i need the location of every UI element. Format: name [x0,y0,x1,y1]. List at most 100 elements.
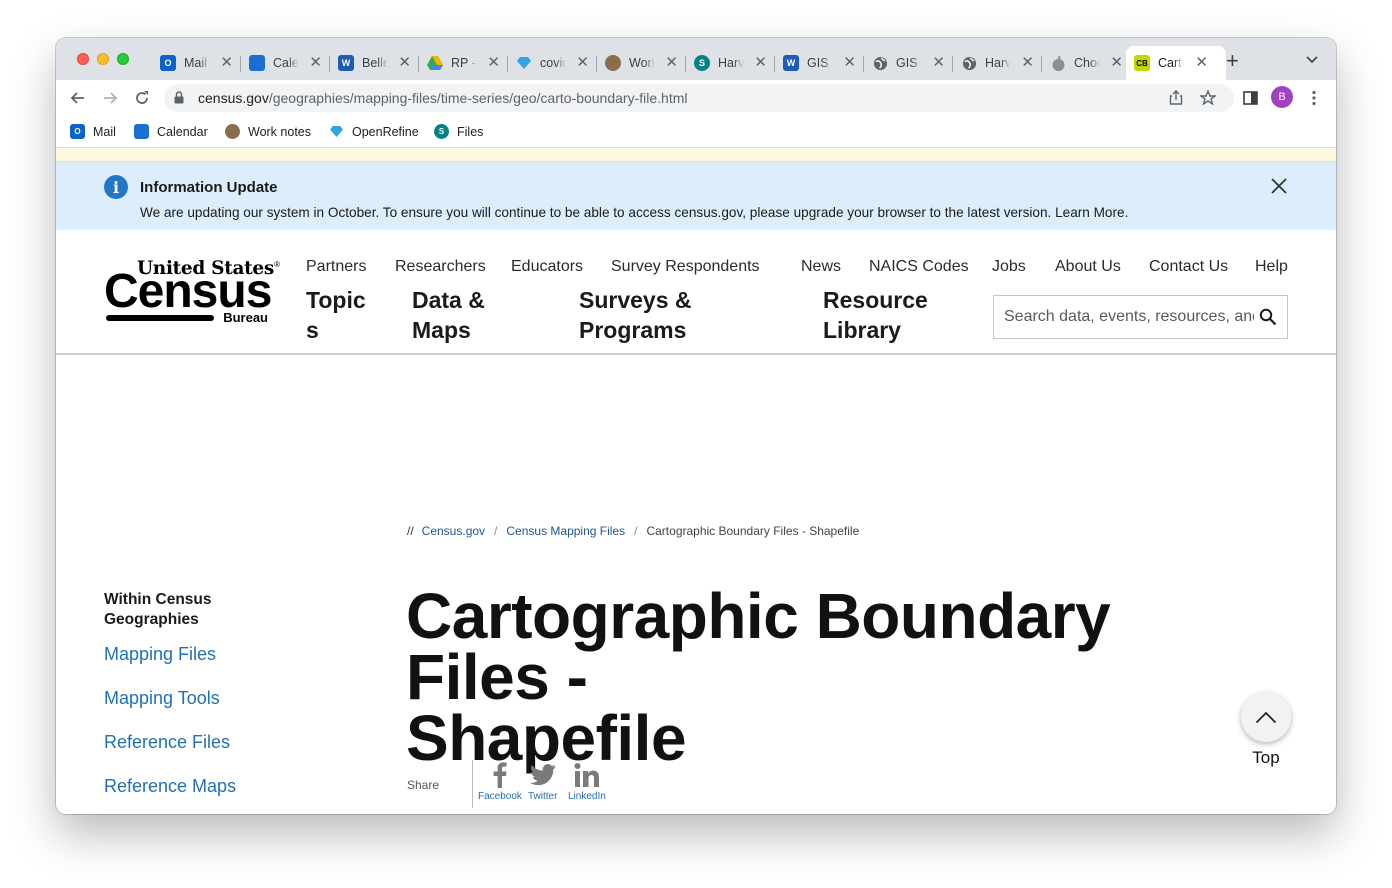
share-label: Share [407,778,440,792]
reload-icon[interactable] [130,86,154,110]
nav-link-help[interactable]: Help [1255,258,1288,276]
nav-link-survey-respondents[interactable]: Survey Respondents [611,258,760,276]
browser-tab[interactable]: W GIS Word ✕ [775,46,864,80]
tab-title: GIS Word [807,56,833,70]
close-tab-icon[interactable]: ✕ [1110,55,1123,71]
bookmark-item[interactable]: Calendar [134,124,208,139]
bookmark-item[interactable]: Work notes [225,124,311,139]
logo-registered-mark: ® [274,260,280,269]
browser-tab[interactable]: Work notes ✕ [597,46,686,80]
forward-arrow-icon[interactable] [98,86,122,110]
search-icon[interactable] [1259,308,1277,326]
lock-icon[interactable] [174,91,184,104]
close-tab-icon[interactable]: ✕ [220,55,233,71]
main-nav-line: s [306,317,319,343]
share-page-icon[interactable] [1169,90,1183,109]
browser-tab[interactable]: Harvard ✕ [953,46,1042,80]
tab-search-chevron-icon[interactable] [1306,53,1318,67]
main-nav-surveys-programs[interactable]: Surveys & Programs [579,285,692,345]
search-input[interactable] [994,296,1254,338]
nav-link-jobs[interactable]: Jobs [992,258,1026,276]
close-tab-icon[interactable]: ✕ [398,55,411,71]
owl-icon [225,124,240,139]
browser-tab[interactable]: S Harvard ✕ [686,46,775,80]
tab-title: GIS [896,56,918,70]
share-facebook-button[interactable]: Facebook [478,760,522,802]
twitter-icon [529,760,556,790]
breadcrumb-link[interactable]: Census.gov [422,524,485,538]
nav-link-naics-codes[interactable]: NAICS Codes [869,258,969,276]
logo-line3: Bureau [223,310,268,325]
browser-tab[interactable]: GIS ✕ [864,46,953,80]
address-bar[interactable]: census.gov/geographies/mapping-files/tim… [164,84,1234,112]
close-tab-icon[interactable]: ✕ [487,55,500,71]
back-arrow-icon[interactable] [66,86,90,110]
close-tab-icon[interactable]: ✕ [1021,55,1034,71]
tab-title: Belleville [362,56,388,70]
share-item-label: Twitter [528,791,558,802]
browser-tab[interactable]: RP - Drive ✕ [419,46,508,80]
more-menu-icon[interactable] [1302,86,1326,110]
tab-title: Mail [184,56,207,70]
back-to-top-label[interactable]: Top [1236,748,1296,768]
browser-tab[interactable]: O Mail ✕ [152,46,241,80]
profile-avatar[interactable]: B [1271,86,1293,108]
close-tab-icon[interactable]: ✕ [665,55,678,71]
sidebar-link-mapping-tools[interactable]: Mapping Tools [104,688,220,709]
census-logo[interactable]: United States ® Census Bureau [104,258,280,328]
nav-link-educators[interactable]: Educators [511,258,583,276]
sidebar-link-reference-files[interactable]: Reference Files [104,732,230,753]
nav-link-news[interactable]: News [801,258,841,276]
word-icon: W [783,55,799,71]
close-tab-icon[interactable]: ✕ [843,55,856,71]
bookmark-item[interactable]: OpenRefine [329,124,419,139]
close-tab-icon[interactable]: ✕ [576,55,589,71]
sidebar-link-mapping-files[interactable]: Mapping Files [104,644,216,665]
close-tab-icon[interactable]: ✕ [1195,55,1208,71]
minimize-window-button[interactable] [97,53,109,65]
tab-title: covid [540,56,566,70]
close-tab-icon[interactable]: ✕ [932,55,945,71]
tab-title: RP - Drive [451,56,477,70]
side-panel-icon[interactable] [1238,86,1262,110]
url-text[interactable]: census.gov/geographies/mapping-files/tim… [198,90,687,106]
nav-link-contact-us[interactable]: Contact Us [1149,258,1228,276]
main-nav-topics[interactable]: Topic s [306,285,366,345]
nav-link-researchers[interactable]: Researchers [395,258,486,276]
close-tab-icon[interactable]: ✕ [309,55,322,71]
close-icon[interactable] [1271,174,1287,200]
bookmark-item[interactable]: O Mail [70,124,116,139]
bookmarks-bar: O Mail Calendar Work notes OpenRefine S … [56,116,1336,148]
share-item-label: LinkedIn [568,791,606,802]
share-linkedin-button[interactable]: LinkedIn [568,760,606,802]
tab-title: Choose [1074,56,1100,70]
tab-title: Calendar [273,56,299,70]
browser-tab[interactable]: W Belleville ✕ [330,46,419,80]
browser-window: O Mail ✕ Calendar ✕ W Belleville ✕ RP - … [56,38,1336,814]
info-icon: i [104,175,128,199]
breadcrumb-link[interactable]: Census Mapping Files [506,524,625,538]
close-window-button[interactable] [77,53,89,65]
new-tab-icon[interactable]: + [1226,50,1239,72]
bookmark-star-icon[interactable] [1198,89,1218,109]
browser-tab-active[interactable]: CB Cartographic ✕ [1126,46,1226,80]
close-tab-icon[interactable]: ✕ [754,55,767,71]
back-to-top-button[interactable] [1241,692,1291,742]
main-nav-data-maps[interactable]: Data & Maps [412,285,485,345]
breadcrumb-start: // [407,524,414,538]
nav-link-about-us[interactable]: About Us [1055,258,1121,276]
share-twitter-button[interactable]: Twitter [528,760,557,802]
bookmark-label: Work notes [248,124,311,139]
main-nav-resource-library[interactable]: Resource Library [823,285,928,345]
sidebar-link-reference-maps[interactable]: Reference Maps [104,776,236,797]
bookmark-item[interactable]: S Files [434,124,483,139]
tab-title: Harvard [985,56,1011,70]
browser-tab[interactable]: Choose ✕ [1042,46,1131,80]
browser-tab[interactable]: Calendar ✕ [241,46,330,80]
nav-link-partners[interactable]: Partners [306,258,366,276]
bookmark-label: Calendar [157,124,208,139]
zoom-window-button[interactable] [117,53,129,65]
main-nav-line: Data & [412,287,485,313]
browser-tab[interactable]: covid ✕ [508,46,597,80]
outlook-icon: O [70,124,85,139]
